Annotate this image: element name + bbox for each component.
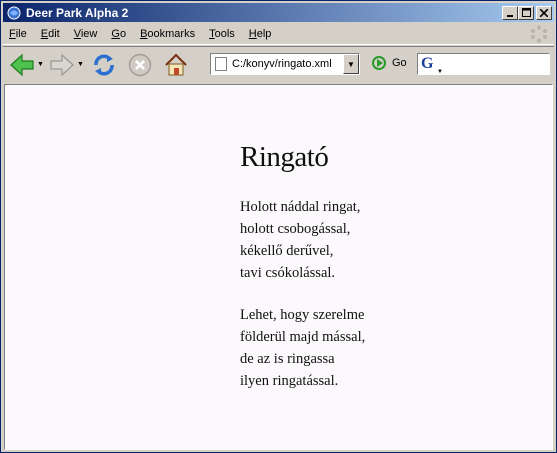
reload-icon — [94, 54, 114, 75]
minimize-button[interactable] — [502, 5, 518, 20]
navigation-toolbar: ▼ ▼ C:/konyv/ringato.xml ▼ Go G — [3, 46, 554, 82]
menu-tools[interactable]: Tools — [209, 28, 235, 40]
poem-line: földerül majd mással, — [240, 329, 366, 345]
poem-line: kékellő derűvel, — [240, 243, 334, 259]
stop-icon — [128, 53, 152, 76]
forward-history-dropdown[interactable]: ▼ — [77, 61, 85, 68]
browser-window: Deer Park Alpha 2 File Edit View Go Book… — [0, 0, 557, 453]
app-globe-icon — [6, 5, 22, 21]
title-bar[interactable]: Deer Park Alpha 2 — [3, 3, 554, 22]
url-bar[interactable]: C:/konyv/ringato.xml ▼ — [210, 53, 360, 75]
poem-line: Lehet, hogy szerelme — [240, 307, 365, 323]
maximize-button[interactable] — [518, 5, 534, 20]
back-button[interactable] — [9, 50, 35, 80]
forward-button[interactable] — [49, 50, 75, 80]
reload-button[interactable] — [91, 50, 117, 80]
menu-bookmarks[interactable]: Bookmarks — [140, 28, 195, 40]
menu-file[interactable]: File — [9, 28, 27, 40]
stanza-1: Holott náddal ringat, holott csobogással… — [240, 196, 365, 284]
poem-line: Holott náddal ringat, — [240, 199, 361, 215]
url-text: C:/konyv/ringato.xml — [232, 58, 332, 70]
go-icon — [372, 56, 386, 70]
menu-view[interactable]: View — [74, 28, 98, 40]
page-icon — [215, 57, 227, 71]
search-bar[interactable]: G — [417, 53, 550, 75]
back-history-dropdown[interactable]: ▼ — [37, 61, 45, 68]
menu-edit[interactable]: Edit — [41, 28, 60, 40]
poem-line: de az is ringassa — [240, 351, 335, 367]
menu-go[interactable]: Go — [111, 28, 126, 40]
menu-bar: File Edit View Go Bookmarks Tools Help — [3, 23, 554, 45]
poem-line: ilyen ringatással. — [240, 373, 339, 389]
poem-title: Ringató — [240, 141, 329, 173]
page-content: Ringató Holott náddal ringat, holott cso… — [4, 84, 553, 450]
url-history-dropdown[interactable]: ▼ — [343, 54, 359, 74]
back-arrow-icon — [10, 53, 34, 76]
search-engine-selector[interactable]: G — [421, 55, 443, 75]
home-icon — [165, 53, 187, 75]
stanza-2: Lehet, hogy szerelme földerül majd mássa… — [240, 304, 365, 392]
close-button[interactable] — [536, 5, 552, 20]
poem-line: holott csobogással, — [240, 221, 351, 237]
go-button[interactable]: Go — [372, 56, 407, 70]
home-button[interactable] — [163, 50, 189, 80]
go-label: Go — [392, 57, 407, 69]
poem-line: tavi csókolással. — [240, 265, 336, 281]
window-title: Deer Park Alpha 2 — [26, 5, 129, 20]
poem: Ringató Holott náddal ringat, holott cso… — [240, 141, 365, 412]
forward-arrow-icon — [50, 53, 74, 76]
throbber-icon — [530, 25, 548, 43]
stop-button[interactable] — [127, 50, 153, 80]
menu-help[interactable]: Help — [249, 28, 272, 40]
